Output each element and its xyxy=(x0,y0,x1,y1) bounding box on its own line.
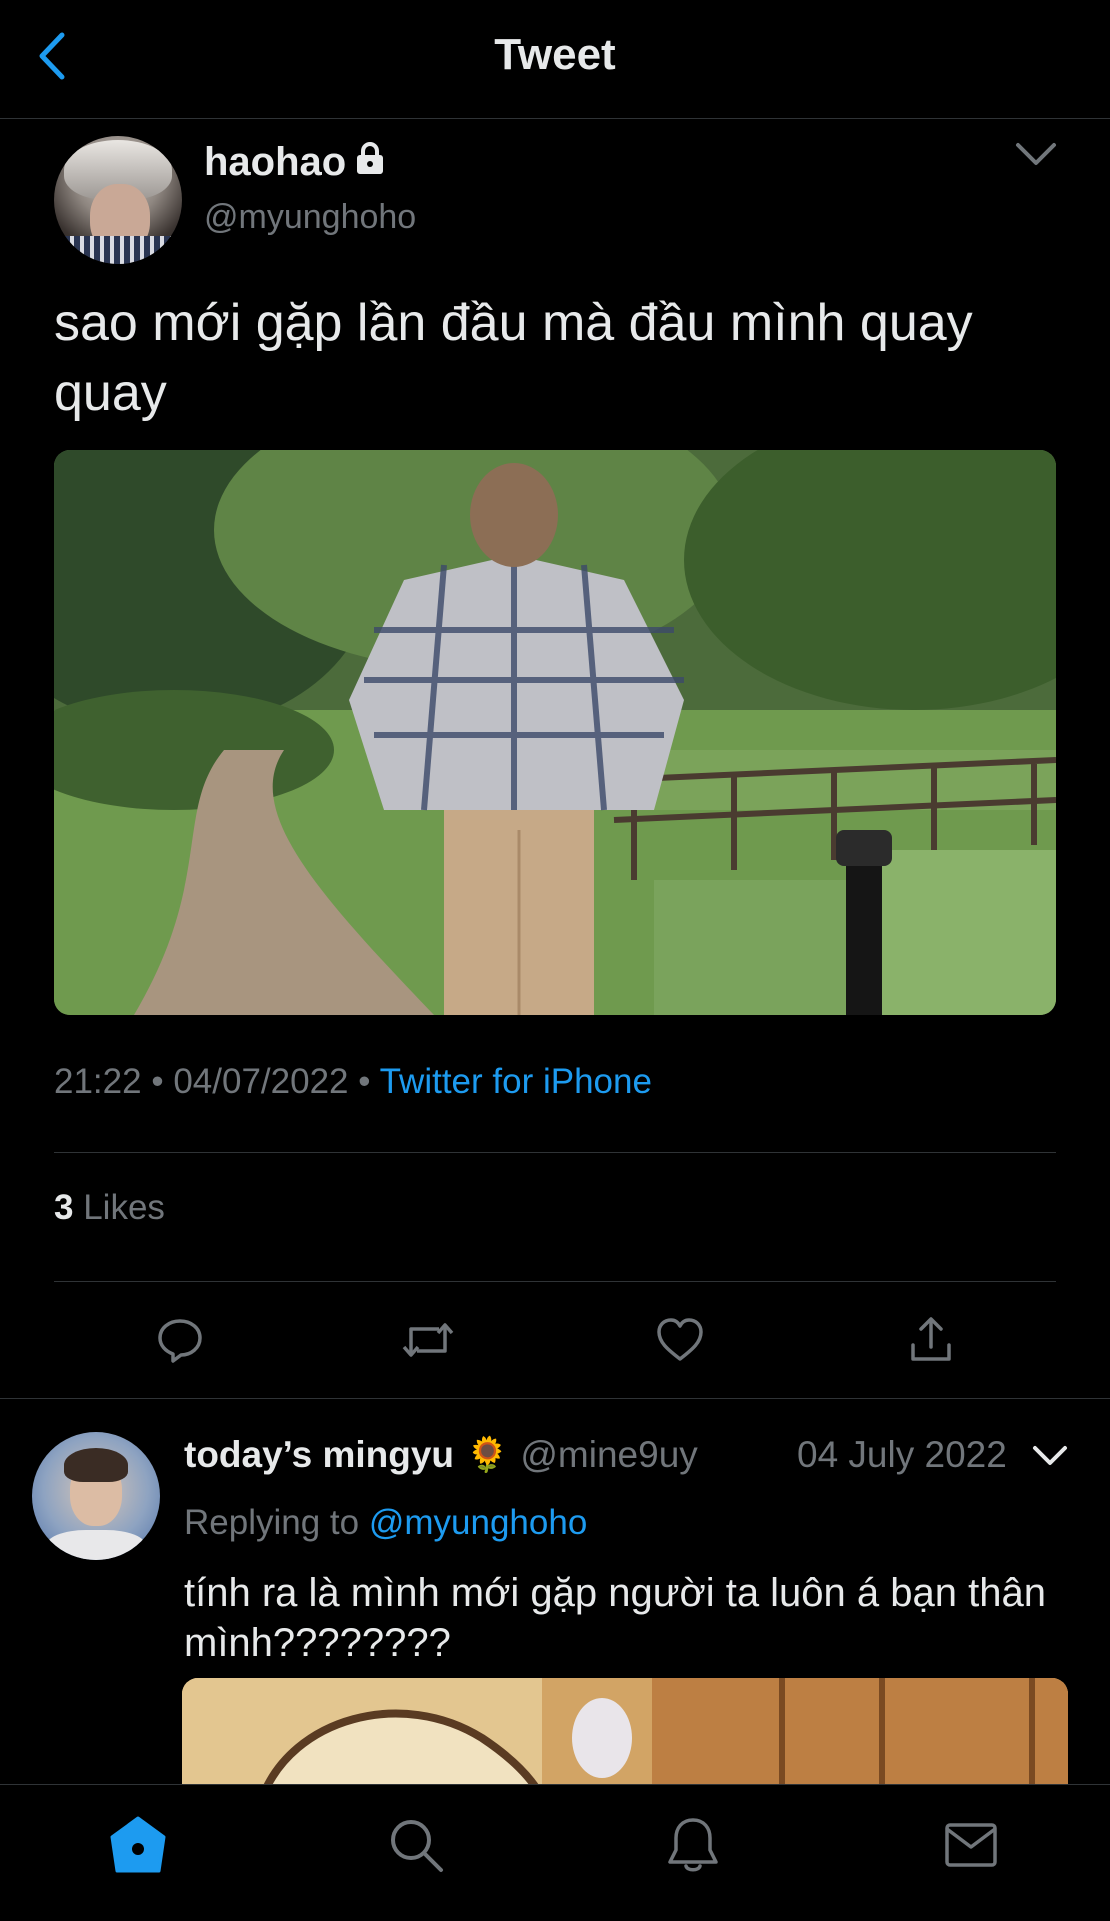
tab-home[interactable] xyxy=(106,1815,170,1879)
meta-separator: • xyxy=(358,1062,371,1101)
bell-icon xyxy=(665,1816,721,1879)
tweet-time: 21:22 xyxy=(54,1062,142,1101)
chevron-down-icon xyxy=(1015,142,1057,171)
replying-label: Replying to xyxy=(184,1503,360,1542)
likes-link[interactable]: 3 Likes xyxy=(54,1188,165,1228)
heart-icon xyxy=(655,1317,705,1368)
reply-text: tính ra là mình mới gặp người ta luôn á … xyxy=(184,1571,1046,1665)
author-handle[interactable]: @myunghoho xyxy=(204,198,416,237)
reply-photo[interactable] xyxy=(182,1678,1068,1798)
sunflower-icon: 🌻 xyxy=(466,1436,509,1474)
reply-more-options-button[interactable] xyxy=(1030,1440,1070,1476)
divider xyxy=(0,1398,1110,1399)
avatar[interactable] xyxy=(32,1432,160,1560)
reply-date: 04 July 2022 xyxy=(797,1434,1007,1475)
chevron-down-icon xyxy=(1032,1445,1068,1472)
reply-author[interactable]: today’s mingyu 🌻 @mine9uy xyxy=(184,1434,698,1476)
avatar[interactable] xyxy=(54,136,182,264)
tweet-metadata: 21:22 • 04/07/2022 • Twitter for iPhone xyxy=(54,1062,652,1102)
header-bar: Tweet xyxy=(0,0,1110,119)
replying-to: Replying to @myunghoho xyxy=(184,1503,587,1543)
tweet-source-link[interactable]: Twitter for iPhone xyxy=(380,1062,652,1101)
tweet-photo[interactable] xyxy=(54,450,1056,1015)
search-icon xyxy=(387,1816,445,1879)
tweet-text: sao mới gặp lần đầu mà đầu mình quay qua… xyxy=(54,294,973,422)
bottom-tab-bar xyxy=(0,1784,1110,1921)
share-button[interactable] xyxy=(901,1314,961,1370)
reply-button[interactable] xyxy=(150,1314,210,1370)
author-name[interactable]: haohao xyxy=(204,140,386,185)
more-options-button[interactable] xyxy=(1012,138,1060,174)
tab-search[interactable] xyxy=(384,1815,448,1879)
reply-author-handle: @mine9uy xyxy=(520,1434,698,1475)
tab-messages[interactable] xyxy=(939,1815,1003,1879)
reply-icon xyxy=(155,1315,205,1370)
lock-icon xyxy=(354,140,386,185)
like-button[interactable] xyxy=(650,1314,710,1370)
likes-count: 3 xyxy=(54,1188,74,1227)
retweet-icon xyxy=(401,1315,455,1370)
divider xyxy=(54,1152,1056,1153)
divider xyxy=(54,1281,1056,1282)
share-icon xyxy=(908,1315,954,1370)
likes-label: Likes xyxy=(83,1188,165,1227)
retweet-button[interactable] xyxy=(398,1314,458,1370)
tweet-date: 04/07/2022 xyxy=(173,1062,349,1101)
reply-author-name: today’s mingyu xyxy=(184,1434,455,1475)
mail-icon xyxy=(943,1821,999,1874)
replying-mention-link[interactable]: @myunghoho xyxy=(369,1503,587,1542)
tab-notifications[interactable] xyxy=(661,1815,725,1879)
page-title: Tweet xyxy=(494,30,616,79)
home-icon xyxy=(109,1815,167,1880)
meta-separator: • xyxy=(151,1062,164,1101)
author-name-text: haohao xyxy=(204,140,347,184)
